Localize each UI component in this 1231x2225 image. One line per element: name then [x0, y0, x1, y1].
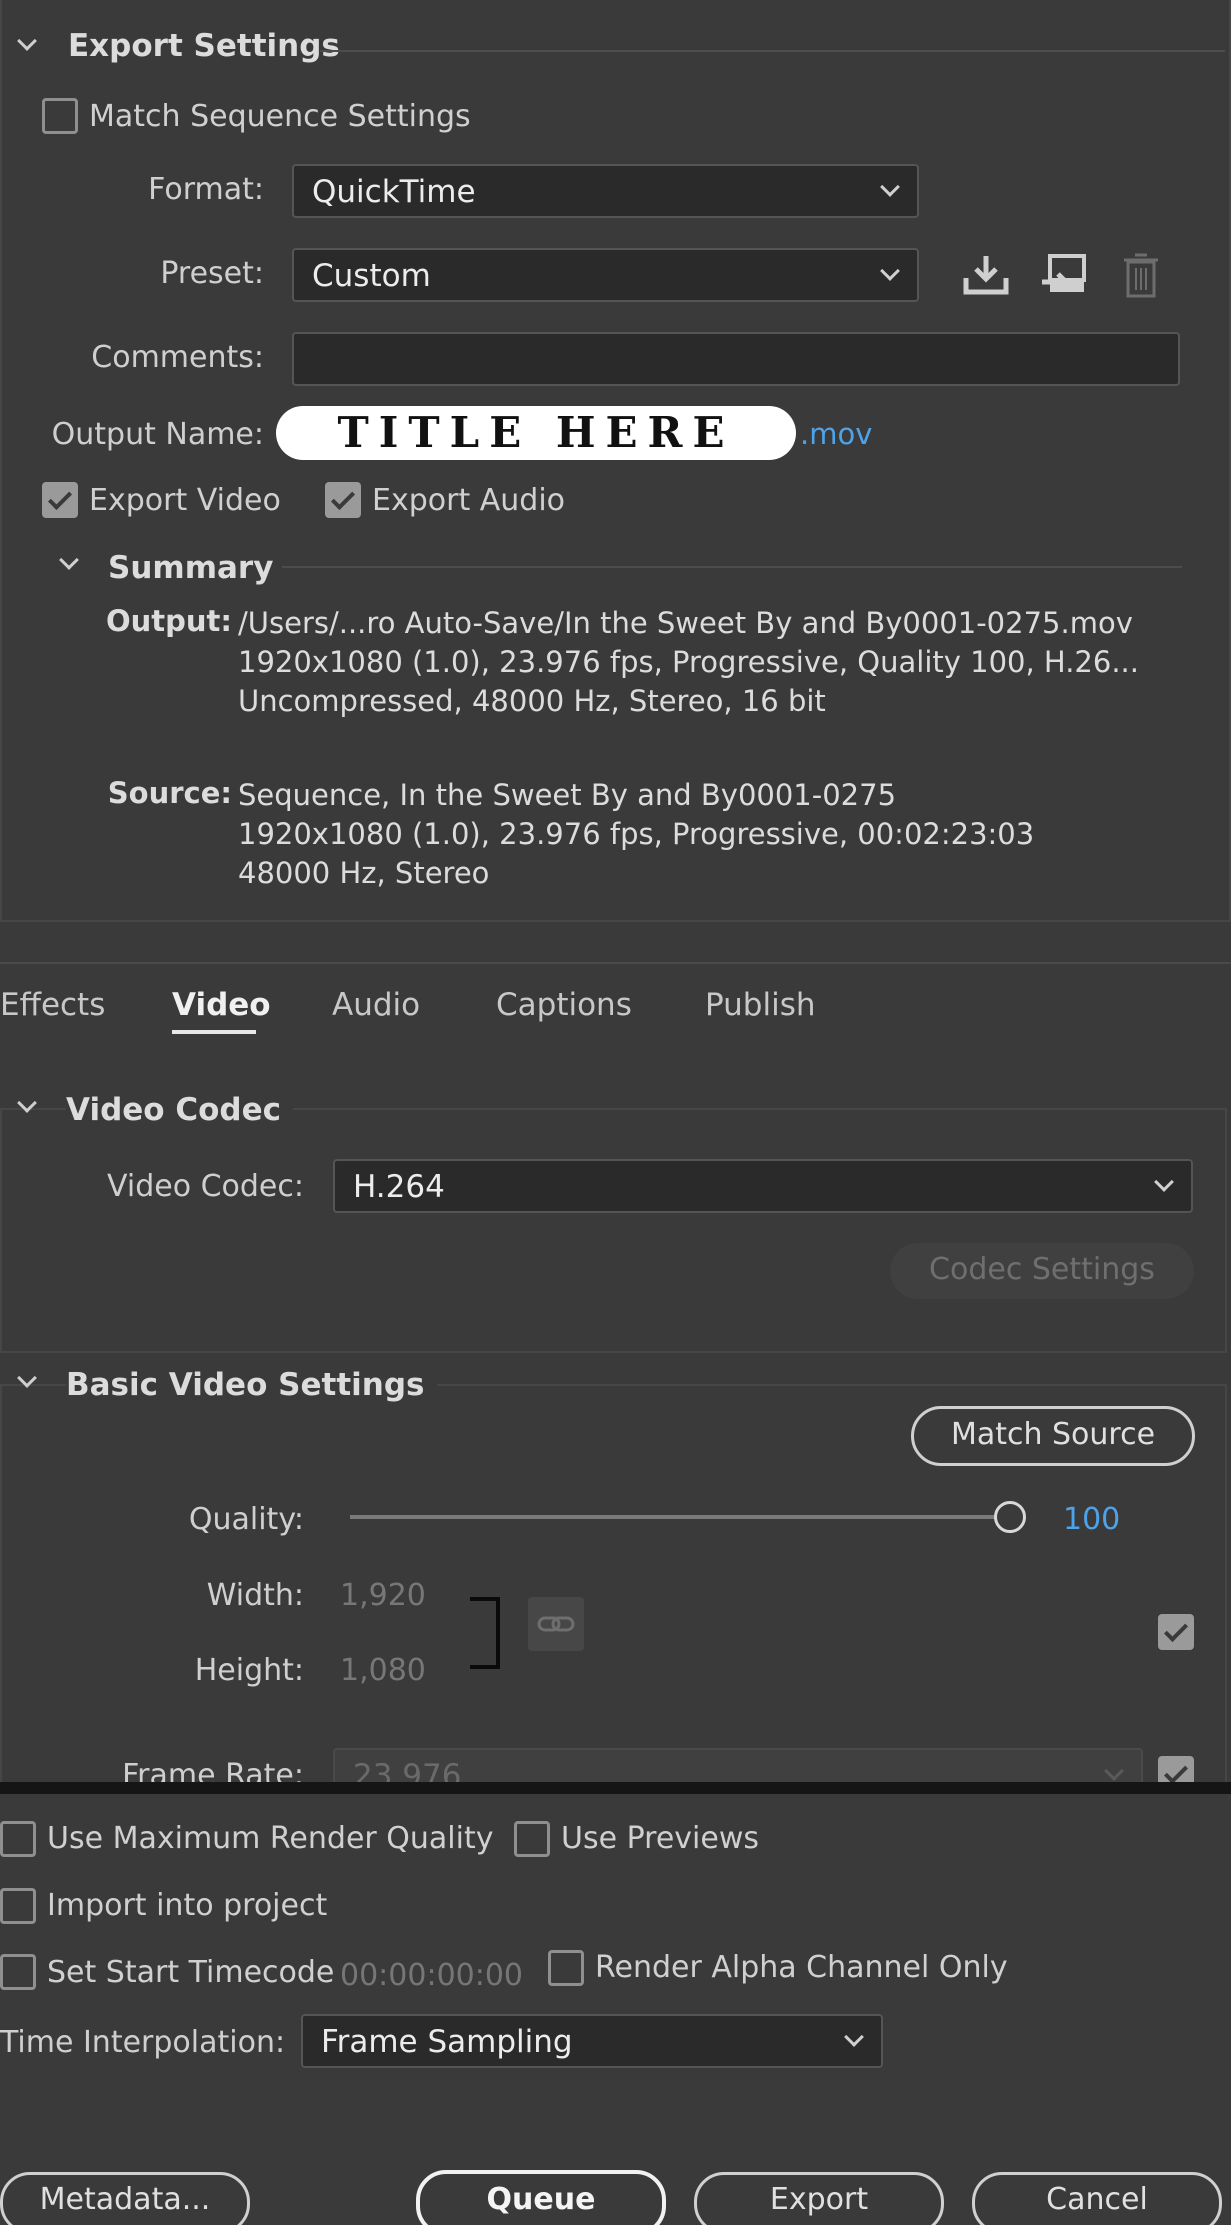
summary-output-label: Output: — [105, 604, 232, 638]
export-audio-checkbox[interactable] — [325, 482, 361, 518]
tab-captions[interactable]: Captions — [496, 987, 632, 1023]
import-preset-icon[interactable] — [962, 252, 1010, 298]
max-render-quality-label: Use Maximum Render Quality — [47, 1821, 494, 1856]
export-label: Export — [769, 2182, 869, 2217]
checkmark-icon — [330, 485, 356, 511]
dimensions-override-checkbox[interactable] — [1158, 1614, 1194, 1650]
chevron-down-icon — [880, 261, 900, 281]
comments-label: Comments: — [91, 340, 264, 375]
summary-output-line-2: 1920x1080 (1.0), 23.976 fps, Progressive… — [238, 645, 1139, 679]
chain-link-icon[interactable] — [528, 1597, 584, 1651]
set-start-timecode-checkbox[interactable] — [0, 1954, 36, 1990]
time-interpolation-dropdown[interactable]: Frame Sampling — [301, 2014, 883, 2068]
summary-output-line-1: /Users/...ro Auto-Save/In the Sweet By a… — [238, 606, 1133, 640]
chevron-down-icon — [880, 177, 900, 197]
video-codec-value: H.264 — [353, 1169, 445, 1205]
quality-value[interactable]: 100 — [1063, 1502, 1120, 1537]
height-value: 1,080 — [340, 1653, 426, 1688]
chain-link-svg — [537, 1616, 575, 1632]
checkmark-icon — [1163, 1759, 1189, 1785]
summary-output-line-3: Uncompressed, 48000 Hz, Stereo, 16 bit — [238, 684, 826, 718]
format-label: Format: — [148, 172, 264, 207]
start-timecode-value[interactable]: 00:00:00:00 — [340, 1958, 523, 1993]
tab-video[interactable]: Video — [172, 987, 271, 1023]
render-alpha-checkbox[interactable] — [548, 1950, 584, 1986]
output-name-label: Output Name: — [51, 417, 264, 452]
summary-source-line-1: Sequence, In the Sweet By and By0001-027… — [238, 778, 897, 812]
summary-title: Summary — [108, 550, 274, 586]
match-sequence-checkbox[interactable] — [42, 98, 78, 134]
panel-splitter[interactable] — [0, 1782, 1231, 1794]
video-codec-dropdown[interactable]: H.264 — [333, 1159, 1193, 1213]
active-tab-underline — [172, 1030, 256, 1034]
import-into-project-checkbox[interactable] — [0, 1888, 36, 1924]
basic-video-title: Basic Video Settings — [66, 1367, 437, 1403]
summary-source-label: Source: — [107, 776, 232, 810]
save-preset-icon[interactable] — [1040, 252, 1088, 298]
summary-source-line-2: 1920x1080 (1.0), 23.976 fps, Progressive… — [238, 817, 1035, 851]
width-label: Width: — [206, 1578, 304, 1613]
video-codec-panel — [0, 1108, 1227, 1353]
codec-settings-label: Codec Settings — [929, 1252, 1155, 1287]
metadata-label: Metadata... — [39, 2182, 211, 2217]
render-alpha-label: Render Alpha Channel Only — [595, 1950, 1008, 1985]
chevron-down-icon — [1154, 1172, 1174, 1192]
format-dropdown[interactable]: QuickTime — [292, 164, 919, 218]
link-bracket — [470, 1597, 500, 1669]
checkmark-icon — [47, 485, 73, 511]
quality-label: Quality: — [188, 1502, 304, 1537]
format-value: QuickTime — [312, 174, 476, 210]
preset-dropdown[interactable]: Custom — [292, 248, 919, 302]
output-name-suffix[interactable]: .mov — [800, 417, 872, 451]
export-video-label: Export Video — [89, 483, 281, 518]
output-name-value: TITLE HERE — [337, 408, 735, 457]
video-codec-title: Video Codec — [66, 1092, 294, 1128]
height-label: Height: — [194, 1653, 304, 1688]
use-previews-label: Use Previews — [561, 1821, 759, 1856]
preset-label: Preset: — [160, 256, 264, 291]
preset-value: Custom — [312, 258, 431, 294]
chevron-down-icon — [1104, 1761, 1124, 1781]
max-render-quality-checkbox[interactable] — [0, 1821, 36, 1857]
tab-effects[interactable]: Effects — [0, 987, 105, 1023]
import-into-project-label: Import into project — [47, 1888, 328, 1923]
quality-slider-track[interactable] — [350, 1515, 1010, 1519]
checkmark-icon — [1163, 1617, 1189, 1643]
match-source-label: Match Source — [950, 1417, 1156, 1452]
export-settings-title: Export Settings — [68, 28, 340, 64]
quality-slider-thumb[interactable] — [994, 1501, 1026, 1533]
delete-preset-icon[interactable] — [1122, 252, 1160, 298]
chevron-down-icon — [844, 2027, 864, 2047]
divider — [320, 50, 1225, 52]
cancel-label: Cancel — [1046, 2182, 1148, 2217]
export-audio-label: Export Audio — [372, 483, 566, 518]
use-previews-checkbox[interactable] — [514, 1821, 550, 1857]
bottom-area — [0, 1794, 1231, 2225]
tab-publish[interactable]: Publish — [705, 987, 816, 1023]
tab-audio[interactable]: Audio — [332, 987, 420, 1023]
queue-label: Queue — [486, 2182, 596, 2217]
summary-source-line-3: 48000 Hz, Stereo — [238, 856, 490, 890]
video-codec-label: Video Codec: — [107, 1169, 304, 1204]
comments-field[interactable] — [292, 332, 1180, 386]
quality-slider-fill — [350, 1515, 1010, 1519]
divider — [0, 962, 1231, 964]
set-start-timecode-label: Set Start Timecode — [47, 1955, 335, 1990]
time-interpolation-label: Time Interpolation: — [0, 2025, 286, 2060]
match-sequence-label: Match Sequence Settings — [89, 99, 471, 134]
width-value: 1,920 — [340, 1578, 426, 1613]
export-video-checkbox[interactable] — [42, 482, 78, 518]
divider — [282, 566, 1182, 568]
time-interpolation-value: Frame Sampling — [321, 2024, 573, 2060]
